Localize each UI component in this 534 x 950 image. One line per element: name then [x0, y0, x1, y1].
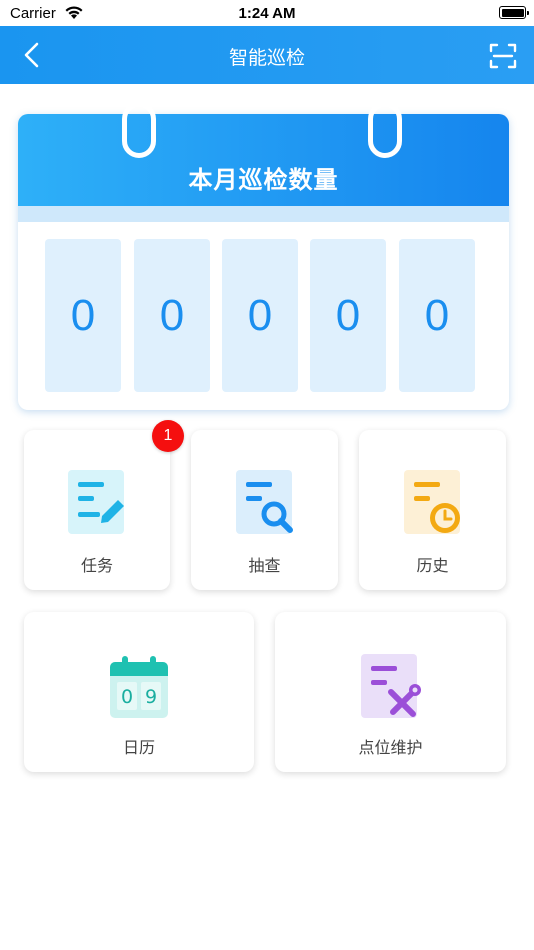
calendar-icon-digit: 0: [121, 686, 133, 708]
notification-badge: 1: [152, 420, 184, 452]
count-digit: 0: [399, 239, 475, 392]
calendar-icon-digit: 9: [145, 686, 157, 708]
tile-label: 点位维护: [358, 738, 423, 757]
count-digit: 0: [310, 239, 386, 392]
count-digit: 0: [45, 239, 121, 392]
tile-label: 抽查: [248, 556, 281, 575]
monthly-inspection-card: 本月巡检数量 0 0 0 0 0: [18, 102, 509, 410]
card-title: 本月巡检数量: [188, 166, 339, 194]
binder-ring-icon: [122, 102, 156, 158]
card-header-strip: [18, 206, 509, 222]
menu-tile-task[interactable]: 任务: [24, 430, 170, 590]
history-clock-icon: [404, 470, 460, 534]
count-digit: 0: [134, 239, 210, 392]
maintenance-tools-icon: [361, 654, 421, 718]
scan-button[interactable]: [488, 41, 518, 71]
tile-label: 历史: [416, 556, 449, 575]
tile-label: 任务: [80, 556, 113, 575]
count-digit: 0: [222, 239, 298, 392]
task-edit-icon: [68, 470, 124, 534]
menu-tile-spot-check[interactable]: 抽查: [191, 430, 338, 590]
nav-bar: 智能巡检: [0, 26, 534, 84]
menu-tile-history[interactable]: 历史: [359, 430, 506, 590]
binder-ring-icon: [368, 102, 402, 158]
menu-tile-point-maintenance[interactable]: 点位维护: [275, 612, 506, 772]
menu-tile-calendar[interactable]: 0 9 日历: [24, 612, 254, 772]
tile-label: 日历: [122, 738, 155, 757]
search-document-icon: [236, 470, 293, 534]
scan-icon: [489, 43, 517, 69]
battery-icon: [499, 6, 529, 19]
clock-time: 1:24 AM: [238, 5, 296, 22]
page-title: 智能巡检: [228, 47, 305, 69]
status-bar: Carrier 1:24 AM: [0, 0, 534, 26]
calendar-icon: 0 9: [110, 656, 168, 718]
card-header: 本月巡检数量: [18, 114, 509, 206]
